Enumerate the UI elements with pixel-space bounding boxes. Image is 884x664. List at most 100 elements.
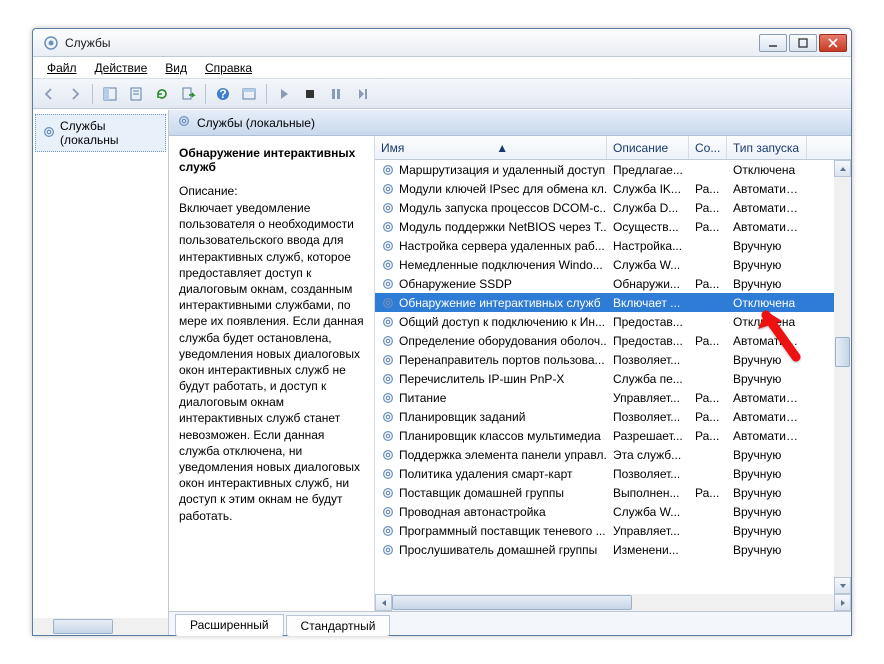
cell-name: Планировщик классов мультимедиа <box>399 429 601 443</box>
refresh-button[interactable] <box>150 82 174 106</box>
table-row[interactable]: Политика удаления смарт-картПозволяет...… <box>375 464 851 483</box>
description-text: Включает уведомление пользователя о необ… <box>179 200 364 524</box>
cell-name: Перенаправитель портов пользова... <box>399 353 605 367</box>
cell-name: Поставщик домашней группы <box>399 486 564 500</box>
table-row[interactable]: Обнаружение интерактивных службВключает … <box>375 293 851 312</box>
gear-icon <box>381 220 395 234</box>
titlebar[interactable]: Службы <box>33 29 851 57</box>
scroll-down-button[interactable] <box>834 577 851 594</box>
cell-startup: Автоматиче... <box>727 220 807 234</box>
table-row[interactable]: Немедленные подключения Windo...Служба W… <box>375 255 851 274</box>
gear-icon <box>381 182 395 196</box>
cell-description: Разрешает... <box>607 429 689 443</box>
cell-state: Ра... <box>689 182 727 196</box>
cell-description: Изменени... <box>607 543 689 557</box>
gear-icon <box>177 114 191 131</box>
column-headers[interactable]: Имя▲ Описание Со... Тип запуска <box>375 136 851 160</box>
cell-description: Предостав... <box>607 315 689 329</box>
cell-startup: Автоматиче... <box>727 429 807 443</box>
cell-description: Обнаружи... <box>607 277 689 291</box>
minimize-button[interactable] <box>759 34 787 52</box>
table-row[interactable]: Определение оборудования оболоч...Предос… <box>375 331 851 350</box>
back-button[interactable] <box>37 82 61 106</box>
table-row[interactable]: ПитаниеУправляет...Ра...Автоматиче... <box>375 388 851 407</box>
table-row[interactable]: Перенаправитель портов пользова...Позвол… <box>375 350 851 369</box>
h-scrollbar[interactable] <box>375 594 851 611</box>
menu-view[interactable]: Вид <box>157 59 195 77</box>
selected-service-name: Обнаружение интерактивных служб <box>179 146 364 174</box>
restart-service-button[interactable] <box>350 82 374 106</box>
col-description[interactable]: Описание <box>607 136 689 159</box>
gear-icon <box>381 315 395 329</box>
forward-button[interactable] <box>63 82 87 106</box>
tree-root-node[interactable]: Службы (локальны <box>35 114 166 152</box>
toggle-button[interactable] <box>237 82 261 106</box>
service-list[interactable]: Имя▲ Описание Со... Тип запуска Маршрути… <box>375 136 851 611</box>
scrollbar-thumb[interactable] <box>53 619 113 634</box>
col-state[interactable]: Со... <box>689 136 727 159</box>
start-service-button[interactable] <box>272 82 296 106</box>
description-label: Описание: <box>179 184 364 198</box>
gear-icon <box>381 467 395 481</box>
cell-description: Служба IK... <box>607 182 689 196</box>
tab-extended[interactable]: Расширенный <box>175 614 284 636</box>
col-name[interactable]: Имя▲ <box>375 136 607 159</box>
close-button[interactable] <box>819 34 847 52</box>
scroll-left-button[interactable] <box>375 594 392 611</box>
table-row[interactable]: Поставщик домашней группыВыполнен...Ра..… <box>375 483 851 502</box>
tree-pane[interactable]: Службы (локальны <box>33 110 169 635</box>
cell-state: Ра... <box>689 220 727 234</box>
v-scrollbar[interactable] <box>834 160 851 594</box>
export-button[interactable] <box>176 82 200 106</box>
table-row[interactable]: Проводная автонастройкаСлужба W...Вручну… <box>375 502 851 521</box>
table-row[interactable]: Планировщик классов мультимедиа Разрешает… <box>375 426 851 445</box>
tree-h-scrollbar[interactable] <box>33 618 168 635</box>
show-hide-tree-button[interactable] <box>98 82 122 106</box>
scrollbar-thumb[interactable] <box>392 595 632 610</box>
table-row[interactable]: Модули ключей IPsec для обмена кл...Служ… <box>375 179 851 198</box>
help-button[interactable]: ? <box>211 82 235 106</box>
menubar: Файл Действие Вид Справка <box>33 57 851 79</box>
cell-name: Программный поставщик теневого ... <box>399 524 606 538</box>
gear-icon <box>381 486 395 500</box>
table-row[interactable]: Маршрутизация и удаленный доступПредлага… <box>375 160 851 179</box>
scroll-up-button[interactable] <box>834 160 851 177</box>
scroll-right-button[interactable] <box>834 594 851 611</box>
table-row[interactable]: Планировщик заданийПозволяет...Ра...Авто… <box>375 407 851 426</box>
table-row[interactable]: Программный поставщик теневого ...Управл… <box>375 521 851 540</box>
properties-button[interactable] <box>124 82 148 106</box>
col-startup[interactable]: Тип запуска <box>727 136 807 159</box>
main-pane: Службы (локальные) Обнаружение интеракти… <box>169 110 851 635</box>
table-row[interactable]: Настройка сервера удаленных раб...Настро… <box>375 236 851 255</box>
menu-file[interactable]: Файл <box>39 59 85 77</box>
menu-help[interactable]: Справка <box>197 59 260 77</box>
cell-startup: Отключена <box>727 163 807 177</box>
table-row[interactable]: Поддержка элемента панели управл...Эта с… <box>375 445 851 464</box>
services-window: Службы Файл Действие Вид Справка ? <box>32 28 852 636</box>
panel-header: Службы (локальные) <box>169 110 851 136</box>
cell-description: Эта служб... <box>607 448 689 462</box>
stop-service-button[interactable] <box>298 82 322 106</box>
table-row[interactable]: Прослушиватель домашней группыИзменени..… <box>375 540 851 559</box>
table-row[interactable]: Обнаружение SSDPОбнаружи...Ра...Вручную <box>375 274 851 293</box>
cell-startup: Автоматиче... <box>727 391 807 405</box>
menu-action[interactable]: Действие <box>87 59 156 77</box>
cell-name: Настройка сервера удаленных раб... <box>399 239 605 253</box>
cell-name: Общий доступ к подключению к Ин... <box>399 315 605 329</box>
gear-icon <box>381 277 395 291</box>
table-row[interactable]: Модуль запуска процессов DCOM-с...Служба… <box>375 198 851 217</box>
scrollbar-thumb[interactable] <box>835 337 850 367</box>
pause-service-button[interactable] <box>324 82 348 106</box>
table-row[interactable]: Перечислитель IP-шин PnP-XСлужба пе...Вр… <box>375 369 851 388</box>
tab-standard[interactable]: Стандартный <box>286 615 391 636</box>
cell-description: Служба D... <box>607 201 689 215</box>
cell-name: Обнаружение интерактивных служб <box>399 296 601 310</box>
maximize-button[interactable] <box>789 34 817 52</box>
cell-startup: Вручную <box>727 277 807 291</box>
cell-startup: Вручную <box>727 543 807 557</box>
cell-description: Управляет... <box>607 524 689 538</box>
table-row[interactable]: Модуль поддержки NetBIOS через T...Осуще… <box>375 217 851 236</box>
table-row[interactable]: Общий доступ к подключению к Ин...Предос… <box>375 312 851 331</box>
gear-icon <box>381 239 395 253</box>
gear-icon <box>381 429 395 443</box>
